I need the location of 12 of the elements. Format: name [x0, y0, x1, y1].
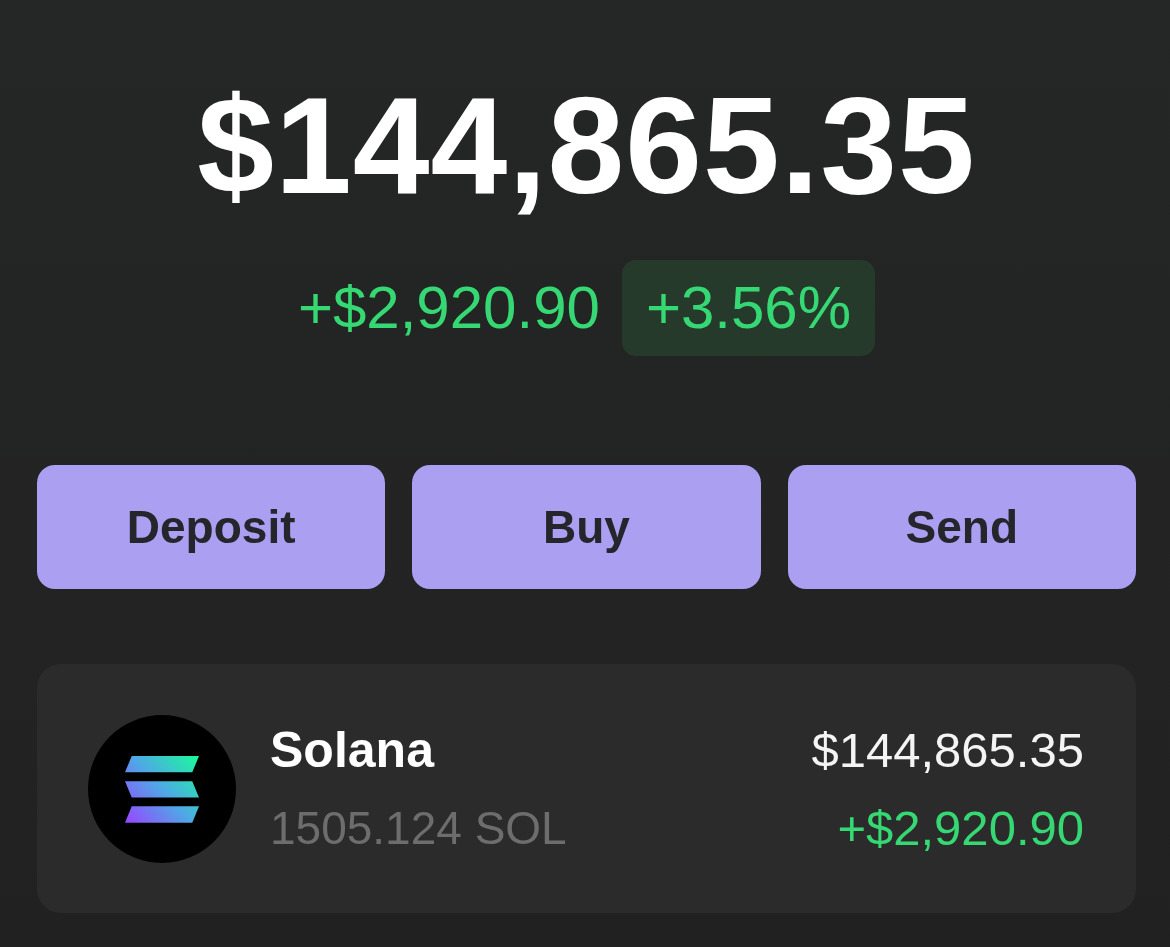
token-amount: 1505.124 SOL [270, 800, 567, 856]
action-button[interactable]: Buy [412, 465, 761, 589]
token-change: +$2,920.90 [837, 799, 1084, 857]
balance-total: $144,865.35 [197, 70, 976, 220]
token-logo-icon [88, 714, 236, 863]
token-name: Solana [270, 720, 434, 780]
token-card[interactable]: Solana 1505.124 SOL $144,865.35 +$2,920.90 [37, 664, 1136, 913]
change-amount: +$2,920.90 [297, 273, 600, 343]
token-value: $144,865.35 [811, 721, 1084, 779]
action-button[interactable]: Send [787, 465, 1136, 589]
action-button[interactable]: Deposit [37, 465, 386, 589]
percent-change-badge: +3.56% [621, 260, 876, 356]
